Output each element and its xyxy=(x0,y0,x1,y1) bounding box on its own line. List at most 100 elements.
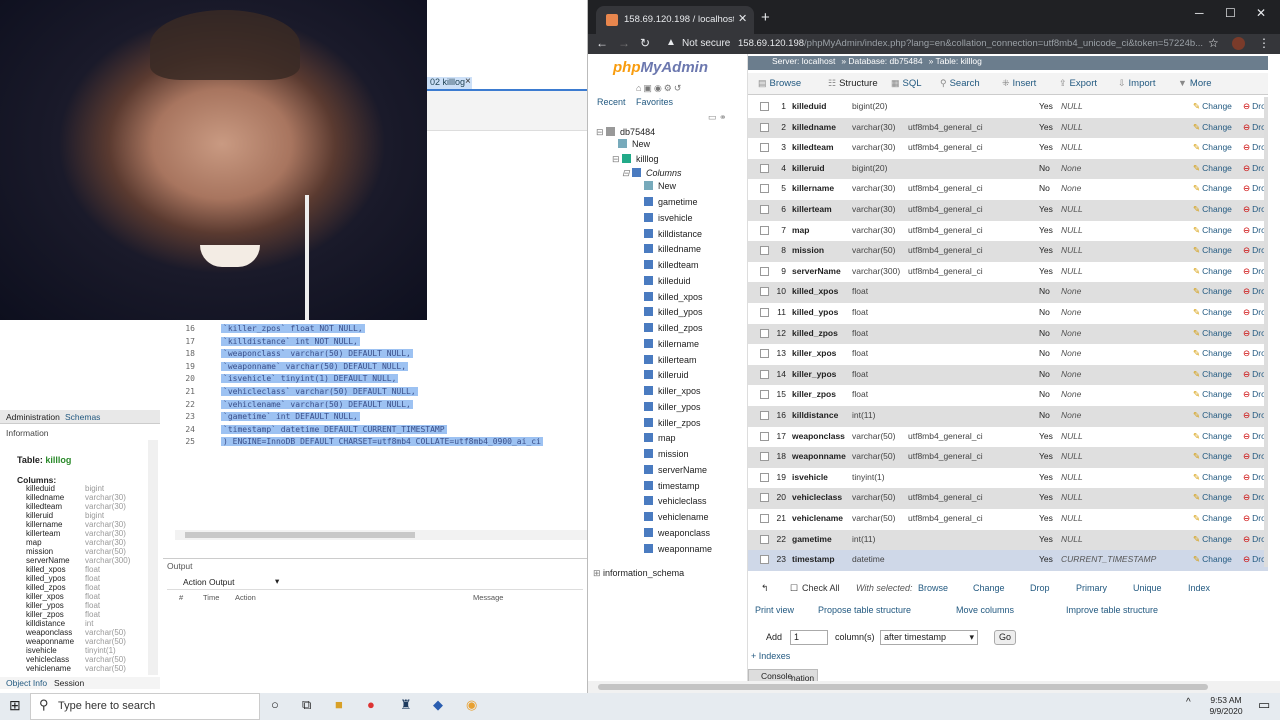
tree-column[interactable]: map xyxy=(644,433,676,443)
favorites-link[interactable]: Favorites xyxy=(636,97,673,107)
breadcrumb-server[interactable]: Server: localhost xyxy=(772,56,835,66)
bulk-index[interactable]: Index xyxy=(1188,583,1210,593)
print-view-link[interactable]: Print view xyxy=(755,605,794,615)
table-row[interactable]: 1killeduidbigint(20)YesNULLChangeDro xyxy=(748,97,1268,118)
row-checkbox[interactable] xyxy=(760,143,769,153)
drop-link[interactable]: Dro xyxy=(1243,163,1266,174)
sql-editor[interactable]: 16 `killer_zpos` float NOT NULL, 17 `killdi… xyxy=(165,320,587,540)
tree-column[interactable]: killedname xyxy=(644,244,701,254)
change-link[interactable]: Change xyxy=(1193,534,1232,545)
drop-link[interactable]: Dro xyxy=(1243,513,1266,524)
add-count-input[interactable]: 1 xyxy=(790,630,828,645)
table-row[interactable]: 4killeruidbigint(20)NoNoneChangeDro xyxy=(748,158,1268,180)
change-link[interactable]: Change xyxy=(1193,492,1232,503)
drop-link[interactable]: Dro xyxy=(1243,101,1266,112)
drop-link[interactable]: Dro xyxy=(1243,307,1266,318)
tab-structure[interactable]: ☷ Structure xyxy=(828,78,878,89)
drop-link[interactable]: Dro xyxy=(1243,472,1266,483)
tree-information-schema[interactable]: ⊞ information_schema xyxy=(593,568,684,579)
change-link[interactable]: Change xyxy=(1193,286,1232,297)
tab-search[interactable]: ⚲ Search xyxy=(940,78,980,89)
table-row[interactable]: 11killed_yposfloatNoNoneChangeDro xyxy=(748,303,1268,324)
change-link[interactable]: Change xyxy=(1193,348,1232,359)
table-row[interactable]: 12killed_zposfloatNoNoneChangeDro xyxy=(748,323,1268,345)
table-row[interactable]: 14killer_yposfloatNoNoneChangeDro xyxy=(748,364,1268,386)
tree-column[interactable]: killername xyxy=(644,338,699,349)
code-text[interactable]: `weaponname` varchar(50) DEFAULT NULL, xyxy=(221,361,409,371)
url-field[interactable]: 158.69.120.198/phpMyAdmin/index.php?lang… xyxy=(738,38,1218,49)
drop-link[interactable]: Dro xyxy=(1243,225,1266,236)
app-icon[interactable]: ♜ xyxy=(400,697,412,713)
tab-session[interactable]: Session xyxy=(54,678,84,688)
row-checkbox[interactable] xyxy=(760,452,769,462)
drop-link[interactable]: Dro xyxy=(1243,348,1266,359)
code-line[interactable]: 17 `killdistance` int NOT NULL, xyxy=(165,336,360,350)
row-checkbox[interactable] xyxy=(760,308,769,317)
position-select[interactable]: after timestamp ▾ xyxy=(880,630,978,645)
change-link[interactable]: Change xyxy=(1193,410,1232,421)
clock[interactable]: 9:53 AM 9/9/2020 xyxy=(1198,695,1254,717)
drop-link[interactable]: Dro xyxy=(1243,410,1266,421)
file-explorer-icon[interactable]: ■ xyxy=(335,697,343,712)
tree-column[interactable]: gametime xyxy=(644,197,698,207)
change-link[interactable]: Change xyxy=(1193,451,1232,462)
drop-link[interactable]: Dro xyxy=(1243,245,1266,256)
table-row[interactable]: 10killed_xposfloatNoNoneChangeDro xyxy=(748,282,1268,303)
drop-link[interactable]: Dro xyxy=(1243,328,1266,339)
warning-icon[interactable]: ▲ xyxy=(666,37,676,48)
drop-link[interactable]: Dro xyxy=(1243,286,1266,297)
check-all-checkbox[interactable]: ☐ xyxy=(790,583,798,594)
browser-tab[interactable]: 158.69.120.198 / localhost / db75484 / k… xyxy=(596,6,754,34)
tab-sql[interactable]: ▦ SQL xyxy=(891,78,922,89)
new-tab-icon[interactable]: + xyxy=(761,9,770,26)
drop-link[interactable]: Dro xyxy=(1243,534,1266,545)
code-text[interactable]: `gametime` int DEFAULT NULL, xyxy=(221,412,360,422)
tree-column[interactable]: killed_xpos xyxy=(644,291,703,302)
tree-column[interactable]: killedteam xyxy=(644,260,699,270)
reload-icon[interactable]: ↻ xyxy=(640,36,650,50)
change-link[interactable]: Change xyxy=(1193,307,1232,318)
drop-link[interactable]: Dro xyxy=(1243,183,1266,194)
minimize-icon[interactable]: ─ xyxy=(1195,6,1204,20)
info-scrollbar[interactable] xyxy=(148,440,158,675)
table-row[interactable]: 18 weaponname varchar(50) utf8mb4_general_c… xyxy=(748,447,1268,468)
tree-column[interactable]: weaponname xyxy=(644,543,712,554)
row-checkbox[interactable] xyxy=(760,102,769,111)
change-link[interactable]: Change xyxy=(1193,163,1232,174)
improve-structure-link[interactable]: Improve table structure xyxy=(1066,605,1158,615)
change-link[interactable]: Change xyxy=(1193,183,1232,194)
code-line[interactable]: 19 `weaponname` varchar(50) DEFAULT NULL, xyxy=(165,361,409,375)
tree-column[interactable]: killeruid xyxy=(644,370,689,380)
drop-link[interactable]: Dro xyxy=(1243,122,1266,133)
bookmark-star-icon[interactable]: ☆ xyxy=(1208,36,1219,50)
tree-column[interactable]: mission xyxy=(644,449,689,459)
table-row[interactable]: 17 weaponclass varchar(50) utf8mb4_general_… xyxy=(748,427,1268,448)
maximize-icon[interactable]: ☐ xyxy=(1225,6,1236,20)
tree-new-column[interactable]: New xyxy=(644,181,676,191)
row-checkbox[interactable] xyxy=(760,287,769,297)
tab-browse[interactable]: ▤ Browse xyxy=(758,78,801,89)
code-text[interactable]: `isvehicle` tinyint(1) DEFAULT NULL, xyxy=(221,374,399,384)
tray-chevron-icon[interactable]: ^ xyxy=(1186,697,1191,708)
row-checkbox[interactable] xyxy=(760,431,769,441)
row-checkbox[interactable] xyxy=(760,555,769,565)
code-line[interactable]: 22 `vehiclename` varchar(50) DEFAULT NULL… xyxy=(165,399,413,413)
tree-new-table[interactable]: New xyxy=(618,139,650,149)
row-checkbox[interactable] xyxy=(760,246,769,256)
bulk-primary[interactable]: Primary xyxy=(1076,583,1107,593)
row-checkbox[interactable] xyxy=(760,493,769,503)
propose-structure-link[interactable]: Propose table structure xyxy=(818,605,911,615)
tree-column[interactable]: serverName xyxy=(644,464,707,475)
taskbar-search[interactable]: ⚲ Type here to search xyxy=(30,693,260,720)
windows-start-icon[interactable]: ⊞ xyxy=(9,697,21,714)
row-checkbox[interactable] xyxy=(760,514,769,523)
change-link[interactable]: Change xyxy=(1193,266,1232,277)
code-line[interactable]: 20 `isvehicle` tinyint(1) DEFAULT NULL, xyxy=(165,374,399,387)
change-link[interactable]: Change xyxy=(1193,225,1232,236)
change-link[interactable]: Change xyxy=(1193,204,1232,215)
row-checkbox[interactable] xyxy=(760,266,769,276)
change-link[interactable]: Change xyxy=(1193,431,1232,442)
tab-schemas[interactable]: Schemas xyxy=(65,412,100,422)
row-checkbox[interactable] xyxy=(760,205,769,214)
tree-column[interactable]: killdistance xyxy=(644,228,702,239)
